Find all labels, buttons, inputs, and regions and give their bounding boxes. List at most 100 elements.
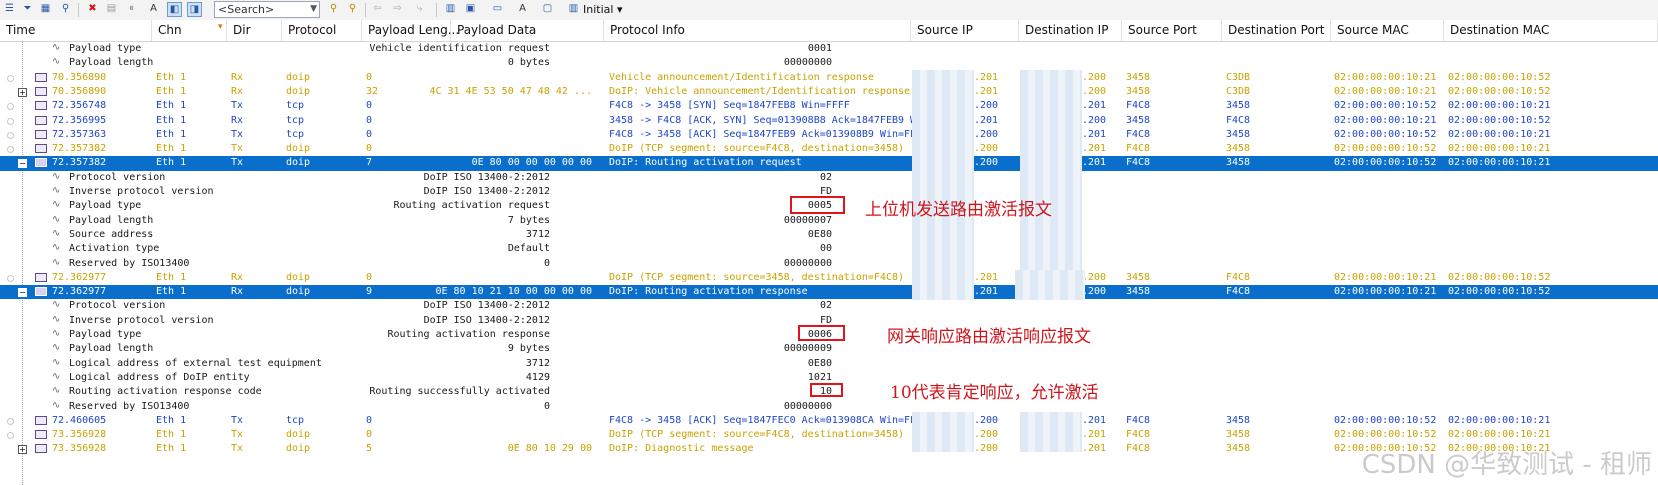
destination-mac-cell: 02:00:00:00:10:21: [1448, 143, 1551, 155]
detail-row[interactable]: ∿ Reserved by ISO13400 0 00000000: [0, 257, 1658, 271]
col-payload-data[interactable]: Payload Data: [451, 20, 604, 41]
bookmark-dot-icon[interactable]: [7, 417, 14, 425]
collapse-icon[interactable]: −: [18, 159, 27, 169]
col-dir[interactable]: Dir: [227, 20, 282, 41]
columns-icon[interactable]: ▥: [443, 2, 458, 17]
direction-cell: Tx: [231, 429, 244, 441]
table-row[interactable]: − 72.362977 Eth 1 Rx doip 9 DoIP: Routing acti…: [0, 285, 1658, 300]
search-input[interactable]: <Search> ▼: [214, 1, 320, 18]
col-time[interactable]: Time: [0, 20, 152, 41]
detail-row[interactable]: ∿ Payload length 0 bytes 00000000: [0, 56, 1658, 70]
detail-row[interactable]: ∿ Logical address of external test equipm…: [0, 357, 1658, 371]
col-source-port[interactable]: Source Port: [1122, 20, 1222, 41]
col-payload-length[interactable]: Payload Leng...: [362, 20, 459, 41]
bookmark-dot-icon[interactable]: [7, 131, 14, 139]
toggle-b-icon[interactable]: ◨: [187, 2, 202, 17]
source-port-cell: 3458: [1126, 286, 1151, 298]
direction-cell: Tx: [231, 414, 244, 426]
table-row[interactable]: 72.362977 Eth 1 Rx doip 0 DoIP (TCP segment: …: [0, 271, 1658, 285]
view-icon[interactable]: ☰: [2, 2, 17, 17]
text-icon[interactable]: A: [146, 2, 161, 17]
detail-row[interactable]: ∿ Protocol version DoIP ISO 13400-2:2012 02: [0, 299, 1658, 313]
field-label: Inverse protocol version: [69, 186, 214, 197]
field-description: 9 bytes: [507, 343, 550, 355]
col-source-ip[interactable]: Source IP: [911, 20, 1019, 41]
table-row[interactable]: 72.356748 Eth 1 Tx tcp 0 F4C8 -> 3458 [SYN] S…: [0, 99, 1658, 113]
detail-row[interactable]: ∿ Reserved by ISO13400 0 00000000: [0, 400, 1658, 414]
stop-icon[interactable]: ✖: [85, 2, 100, 17]
color-icon[interactable]: ▦: [38, 2, 53, 17]
forward-icon[interactable]: ⇨: [390, 2, 405, 17]
packet-icon: [35, 415, 47, 425]
time-cell: 72.460605: [52, 414, 107, 426]
page-icon[interactable]: ▤: [104, 2, 119, 17]
layout-icon[interactable]: ▭: [490, 2, 505, 17]
back-icon[interactable]: ⇦: [370, 2, 385, 17]
config-icon[interactable]: ▥: [566, 2, 581, 17]
detail-row[interactable]: ∿ Payload length 9 bytes 00000009: [0, 342, 1658, 356]
jump-icon[interactable]: ⤷: [412, 2, 427, 17]
source-port-cell: 3458: [1126, 271, 1151, 283]
search-next-icon[interactable]: ⚲: [326, 2, 341, 17]
detail-row[interactable]: ∿ Activation type Default 00: [0, 242, 1658, 256]
detail-row[interactable]: ∿ Payload length 7 bytes 00000007: [0, 214, 1658, 228]
search-prev-icon[interactable]: ⚲: [345, 2, 360, 17]
bookmark-dot-icon[interactable]: [7, 274, 14, 282]
expand-icon[interactable]: +: [18, 87, 27, 97]
table-row[interactable]: 73.356928 Eth 1 Tx doip 0 DoIP (TCP segment: …: [0, 428, 1658, 442]
table-row[interactable]: 72.356995 Eth 1 Rx tcp 0 3458 -> F4C8 [ACK, S…: [0, 114, 1658, 128]
toggle-a-icon[interactable]: ◧: [167, 2, 182, 17]
field-description: DoIP ISO 13400-2:2012: [423, 300, 550, 312]
table-row[interactable]: 70.356890 Eth 1 Rx doip 0 Vehicle announcemen…: [0, 71, 1658, 85]
protocol-info-cell: 3458 -> F4C8 [ACK, SYN] Seq=013908B8 Ack…: [609, 114, 953, 126]
col-chn[interactable]: Chn: [152, 20, 227, 41]
table-row[interactable]: 72.357363 Eth 1 Tx tcp 0 F4C8 -> 3458 [ACK] S…: [0, 128, 1658, 142]
field-label: Reserved by ISO13400: [69, 400, 190, 412]
packet-icon: [35, 144, 47, 154]
expand-icon[interactable]: +: [18, 445, 27, 455]
initial-dropdown[interactable]: Initial ▾: [583, 2, 622, 17]
destination-ip-cell: .201: [1082, 128, 1107, 140]
find-icon[interactable]: ⚲: [58, 2, 73, 17]
destination-mac-cell: 02:00:00:00:10:21: [1448, 157, 1551, 169]
source-ip-cell: .200: [974, 429, 999, 441]
sort-icon: ▾: [218, 22, 223, 32]
col-destination-port[interactable]: Destination Port: [1222, 20, 1331, 41]
window-icon[interactable]: ▢: [540, 2, 555, 17]
col-protocol-info[interactable]: Protocol Info: [604, 20, 911, 41]
destination-mac-cell: 02:00:00:00:10:21: [1448, 414, 1551, 426]
bookmark-dot-icon[interactable]: [7, 146, 14, 154]
destination-ip-cell: .200: [1082, 271, 1107, 283]
chevron-down-icon[interactable]: ▼: [310, 2, 317, 17]
col-destination-ip[interactable]: Destination IP: [1019, 20, 1122, 41]
col-source-mac[interactable]: Source MAC: [1331, 20, 1444, 41]
bookmark-dot-icon[interactable]: [7, 117, 14, 125]
table-row[interactable]: − 72.357382 Eth 1 Tx doip 7 DoIP: Routing acti…: [0, 156, 1658, 171]
detail-row[interactable]: ∿ Payload type Vehicle identification requ…: [0, 42, 1658, 56]
font-icon[interactable]: A: [515, 2, 530, 17]
bookmark-dot-icon[interactable]: [7, 74, 14, 82]
field-label: Protocol version: [69, 171, 166, 183]
bookmark-dot-icon[interactable]: [7, 432, 14, 440]
table-row[interactable]: 72.460605 Eth 1 Tx tcp 0 F4C8 -> 3458 [ACK] S…: [0, 414, 1658, 428]
protocol-info-cell: DoIP: Routing activation request: [609, 157, 802, 169]
col-destination-mac[interactable]: Destination MAC: [1444, 20, 1658, 41]
detail-row[interactable]: ∿ Protocol version DoIP ISO 13400-2:2012 02: [0, 171, 1658, 185]
annotation-request: 上位机发送路由激活报文: [865, 200, 1052, 220]
destination-port-cell: 3458: [1226, 429, 1251, 441]
field-description: DoIP ISO 13400-2:2012: [423, 186, 550, 197]
collapse-icon[interactable]: −: [18, 288, 27, 298]
detail-row[interactable]: ∿ Source address 3712 0E80: [0, 228, 1658, 242]
direction-cell: Tx: [231, 128, 244, 140]
bookmark-dot-icon[interactable]: [7, 103, 14, 111]
table-row[interactable]: +70.356890 Eth 1 Rx doip 32 DoIP: Vehicle ann…: [0, 85, 1658, 99]
filter-icon[interactable]: ⏷: [20, 2, 35, 17]
pause-icon[interactable]: ⏸: [124, 2, 139, 17]
field-value: 0E80: [807, 228, 832, 240]
col-protocol[interactable]: Protocol: [282, 20, 362, 41]
direction-cell: Rx: [231, 71, 244, 83]
export-icon[interactable]: ▣: [463, 2, 478, 17]
source-port-cell: F4C8: [1126, 143, 1151, 155]
field-value: 02: [819, 171, 832, 183]
table-row[interactable]: 72.357382 Eth 1 Tx doip 0 DoIP (TCP segment: …: [0, 142, 1658, 156]
